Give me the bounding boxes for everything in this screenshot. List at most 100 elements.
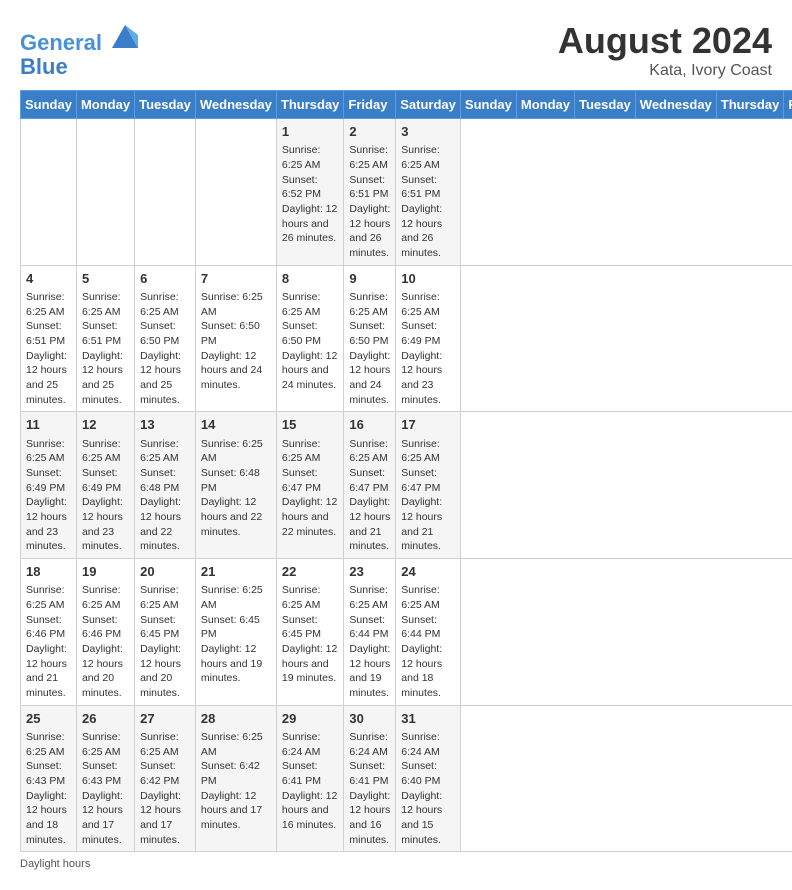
calendar-cell: 13 Sunrise: 6:25 AM Sunset: 6:48 PM Dayli…	[135, 412, 196, 559]
day-number: 1	[282, 123, 339, 141]
day-number: 4	[26, 270, 71, 288]
calendar-cell: 2Sunrise: 6:25 AM Sunset: 6:51 PM Daylig…	[344, 119, 396, 266]
day-info: Sunrise: 6:24 AM Sunset: 6:40 PM Dayligh…	[401, 730, 455, 848]
calendar-cell: 14Sunrise: 6:25 AM Sunset: 6:48 PM Dayli…	[195, 412, 276, 559]
day-info: Sunrise: 6:25 AM Sunset: 6:49 PM Dayligh…	[401, 290, 455, 408]
day-number: 18	[26, 563, 71, 581]
day-info: Sunrise: 6:24 AM Sunset: 6:41 PM Dayligh…	[282, 730, 339, 833]
calendar-cell: 24 Sunrise: 6:25 AM Sunset: 6:44 PM Dayli…	[396, 559, 461, 706]
day-info: Sunrise: 6:25 AM Sunset: 6:44 PM Dayligh…	[401, 583, 455, 701]
calendar-week-1: 1Sunrise: 6:25 AM Sunset: 6:52 PM Daylig…	[21, 119, 792, 266]
calendar-header-row: SundayMondayTuesdayWednesdayThursdayFrid…	[21, 91, 792, 119]
calendar-cell: 20Sunrise: 6:25 AM Sunset: 6:45 PM Dayli…	[135, 559, 196, 706]
col-header-sunday: Sunday	[460, 91, 516, 119]
logo-icon	[110, 20, 140, 50]
calendar-cell: 10 Sunrise: 6:25 AM Sunset: 6:49 PM Dayli…	[396, 265, 461, 412]
day-number: 11	[26, 416, 71, 434]
header-thursday: Thursday	[276, 91, 344, 119]
calendar-week-4: 18 Sunrise: 6:25 AM Sunset: 6:46 PM Dayli…	[21, 559, 792, 706]
calendar-cell: 11 Sunrise: 6:25 AM Sunset: 6:49 PM Dayli…	[21, 412, 77, 559]
day-info: Sunrise: 6:25 AM Sunset: 6:42 PM Dayligh…	[201, 730, 271, 833]
calendar-cell	[195, 119, 276, 266]
day-number: 24	[401, 563, 455, 581]
day-number: 10	[401, 270, 455, 288]
page-header: General Blue August 2024 Kata, Ivory Coa…	[20, 20, 772, 80]
day-info: Sunrise: 6:25 AM Sunset: 6:47 PM Dayligh…	[282, 437, 339, 540]
day-info: Sunrise: 6:25 AM Sunset: 6:46 PM Dayligh…	[82, 583, 129, 701]
day-info: Sunrise: 6:25 AM Sunset: 6:51 PM Dayligh…	[26, 290, 71, 408]
calendar-cell	[76, 119, 134, 266]
calendar-cell: 8 Sunrise: 6:25 AM Sunset: 6:50 PM Daylig…	[276, 265, 344, 412]
calendar-cell: 5 Sunrise: 6:25 AM Sunset: 6:51 PM Daylig…	[76, 265, 134, 412]
calendar-cell: 26Sunrise: 6:25 AM Sunset: 6:43 PM Dayli…	[76, 705, 134, 852]
logo-general: General	[20, 30, 102, 55]
day-number: 17	[401, 416, 455, 434]
calendar-cell	[21, 119, 77, 266]
header-wednesday: Wednesday	[195, 91, 276, 119]
logo-text: General Blue	[20, 20, 140, 79]
location: Kata, Ivory Coast	[558, 62, 772, 80]
day-number: 21	[201, 563, 271, 581]
day-info: Sunrise: 6:25 AM Sunset: 6:45 PM Dayligh…	[201, 583, 271, 686]
day-info: Sunrise: 6:25 AM Sunset: 6:50 PM Dayligh…	[349, 290, 390, 408]
day-number: 7	[201, 270, 271, 288]
calendar-cell: 31Sunrise: 6:24 AM Sunset: 6:40 PM Dayli…	[396, 705, 461, 852]
day-number: 16	[349, 416, 390, 434]
calendar-cell: 6 Sunrise: 6:25 AM Sunset: 6:50 PM Daylig…	[135, 265, 196, 412]
header-saturday: Saturday	[396, 91, 461, 119]
calendar-cell: 1Sunrise: 6:25 AM Sunset: 6:52 PM Daylig…	[276, 119, 344, 266]
calendar-cell: 18 Sunrise: 6:25 AM Sunset: 6:46 PM Dayli…	[21, 559, 77, 706]
day-number: 19	[82, 563, 129, 581]
day-info: Sunrise: 6:25 AM Sunset: 6:42 PM Dayligh…	[140, 730, 190, 848]
logo-blue: Blue	[20, 54, 68, 79]
day-info: Sunrise: 6:25 AM Sunset: 6:50 PM Dayligh…	[282, 290, 339, 393]
calendar-cell: 17 Sunrise: 6:25 AM Sunset: 6:47 PM Dayli…	[396, 412, 461, 559]
calendar-cell: 30Sunrise: 6:24 AM Sunset: 6:41 PM Dayli…	[344, 705, 396, 852]
day-info: Sunrise: 6:25 AM Sunset: 6:45 PM Dayligh…	[282, 583, 339, 686]
calendar-cell: 3Sunrise: 6:25 AM Sunset: 6:51 PM Daylig…	[396, 119, 461, 266]
day-number: 8	[282, 270, 339, 288]
day-number: 23	[349, 563, 390, 581]
calendar-cell: 23 Sunrise: 6:25 AM Sunset: 6:44 PM Dayli…	[344, 559, 396, 706]
footer: Daylight hours	[20, 858, 772, 870]
calendar-cell: 22Sunrise: 6:25 AM Sunset: 6:45 PM Dayli…	[276, 559, 344, 706]
calendar-cell: 28Sunrise: 6:25 AM Sunset: 6:42 PM Dayli…	[195, 705, 276, 852]
day-info: Sunrise: 6:25 AM Sunset: 6:47 PM Dayligh…	[401, 437, 455, 555]
header-tuesday: Tuesday	[135, 91, 196, 119]
calendar-cell: 25Sunrise: 6:25 AM Sunset: 6:43 PM Dayli…	[21, 705, 77, 852]
title-block: August 2024 Kata, Ivory Coast	[558, 20, 772, 80]
day-info: Sunrise: 6:25 AM Sunset: 6:44 PM Dayligh…	[349, 583, 390, 701]
day-number: 27	[140, 710, 190, 728]
day-number: 5	[82, 270, 129, 288]
day-info: Sunrise: 6:25 AM Sunset: 6:51 PM Dayligh…	[401, 143, 455, 261]
day-info: Sunrise: 6:25 AM Sunset: 6:51 PM Dayligh…	[82, 290, 129, 408]
day-info: Sunrise: 6:25 AM Sunset: 6:43 PM Dayligh…	[82, 730, 129, 848]
calendar-week-2: 4 Sunrise: 6:25 AM Sunset: 6:51 PM Daylig…	[21, 265, 792, 412]
day-number: 12	[82, 416, 129, 434]
day-number: 15	[282, 416, 339, 434]
calendar-cell: 29Sunrise: 6:24 AM Sunset: 6:41 PM Dayli…	[276, 705, 344, 852]
header-sunday: Sunday	[21, 91, 77, 119]
day-number: 25	[26, 710, 71, 728]
calendar-week-5: 25 Sunrise: 6:25 AM Sunset: 6:43 PM Dayli…	[21, 705, 792, 852]
day-info: Sunrise: 6:25 AM Sunset: 6:50 PM Dayligh…	[201, 290, 271, 393]
day-number: 20	[140, 563, 190, 581]
col-header-friday: Friday	[784, 91, 792, 119]
calendar-cell: 19 Sunrise: 6:25 AM Sunset: 6:46 PM Dayli…	[76, 559, 134, 706]
calendar-cell: 27 Sunrise: 6:25 AM Sunset: 6:42 PM Dayli…	[135, 705, 196, 852]
day-info: Sunrise: 6:24 AM Sunset: 6:41 PM Dayligh…	[349, 730, 390, 848]
calendar-cell: 21 Sunrise: 6:25 AM Sunset: 6:45 PM Dayli…	[195, 559, 276, 706]
col-header-thursday: Thursday	[716, 91, 784, 119]
day-number: 9	[349, 270, 390, 288]
header-monday: Monday	[76, 91, 134, 119]
day-number: 13	[140, 416, 190, 434]
day-info: Sunrise: 6:25 AM Sunset: 6:50 PM Dayligh…	[140, 290, 190, 408]
calendar-cell: 7 Sunrise: 6:25 AM Sunset: 6:50 PM Daylig…	[195, 265, 276, 412]
calendar-table: SundayMondayTuesdayWednesdayThursdayFrid…	[20, 90, 792, 852]
day-info: Sunrise: 6:25 AM Sunset: 6:49 PM Dayligh…	[26, 437, 71, 555]
calendar-week-3: 11 Sunrise: 6:25 AM Sunset: 6:49 PM Dayli…	[21, 412, 792, 559]
calendar-cell: 16Sunrise: 6:25 AM Sunset: 6:47 PM Dayli…	[344, 412, 396, 559]
day-info: Sunrise: 6:25 AM Sunset: 6:48 PM Dayligh…	[140, 437, 190, 555]
day-number: 6	[140, 270, 190, 288]
day-info: Sunrise: 6:25 AM Sunset: 6:46 PM Dayligh…	[26, 583, 71, 701]
